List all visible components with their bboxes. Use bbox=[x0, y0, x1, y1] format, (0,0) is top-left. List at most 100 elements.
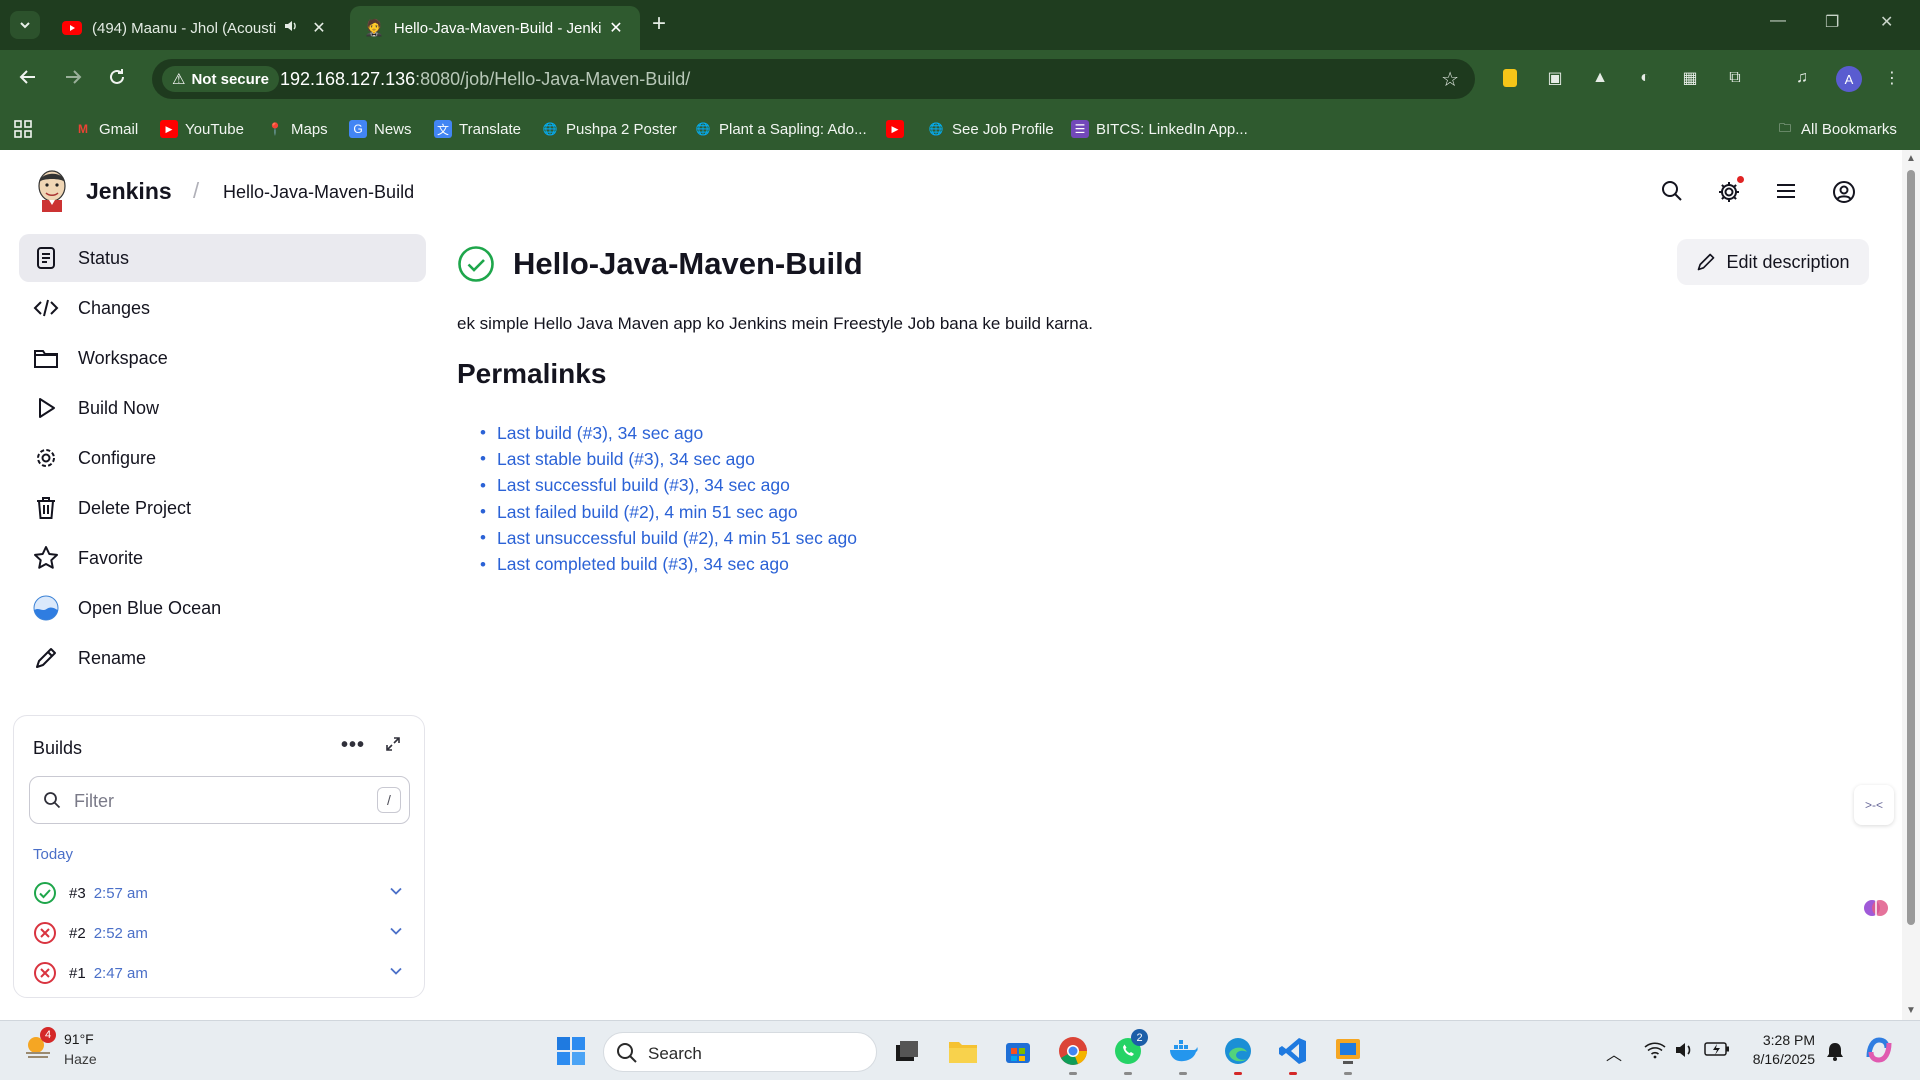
media-control-icon[interactable]: ♫ bbox=[1790, 66, 1814, 90]
build-row[interactable]: #1 2:47 am bbox=[33, 958, 413, 988]
sidebar-item-workspace[interactable]: Workspace bbox=[19, 334, 426, 382]
close-window-icon[interactable]: ✕ bbox=[1880, 12, 1893, 32]
copilot-taskbar-icon[interactable] bbox=[1864, 1035, 1894, 1070]
security-chip[interactable]: ⚠ Not secure bbox=[162, 66, 279, 92]
close-tab-icon[interactable]: ✕ bbox=[606, 18, 626, 38]
copilot-brain-icon[interactable] bbox=[1858, 890, 1894, 926]
wifi-icon[interactable] bbox=[1644, 1041, 1666, 1064]
remote-desktop-icon[interactable] bbox=[1331, 1034, 1365, 1068]
docker-icon[interactable] bbox=[1166, 1034, 1200, 1068]
extension-cinema-icon[interactable]: ▦ bbox=[1678, 66, 1702, 90]
build-number[interactable]: #3 bbox=[69, 885, 86, 902]
scroll-down-icon[interactable]: ▼ bbox=[1906, 1005, 1916, 1016]
jenkins-brand[interactable]: Jenkins bbox=[86, 178, 172, 205]
bookmark-star-icon[interactable]: ☆ bbox=[1441, 67, 1459, 92]
more-options-icon[interactable]: ••• bbox=[341, 734, 365, 757]
bookmark-plant-sapling[interactable]: 🌐 Plant a Sapling: Ado... bbox=[694, 108, 867, 150]
edge-icon[interactable] bbox=[1221, 1034, 1255, 1068]
extension-folder-icon[interactable]: ▣ bbox=[1543, 66, 1567, 90]
file-explorer-icon[interactable] bbox=[946, 1034, 980, 1068]
sidebar-item-favorite[interactable]: Favorite bbox=[19, 534, 426, 582]
permalink-last-stable-build[interactable]: Last stable build (#3), 34 sec ago bbox=[480, 446, 857, 472]
build-row[interactable]: #2 2:52 am bbox=[33, 918, 413, 948]
sidebar-item-changes[interactable]: Changes bbox=[19, 284, 426, 332]
minimize-icon[interactable]: — bbox=[1770, 12, 1786, 30]
windows-start-icon[interactable] bbox=[554, 1034, 588, 1068]
build-row[interactable]: #3 2:57 am bbox=[33, 878, 413, 908]
page-scrollbar[interactable]: ▲ ▼ bbox=[1902, 150, 1920, 1020]
back-icon[interactable] bbox=[18, 67, 38, 93]
edit-description-button[interactable]: Edit description bbox=[1677, 239, 1869, 285]
bookmark-youtube-2[interactable]: ▶ bbox=[886, 108, 904, 150]
extensions-puzzle-icon[interactable]: ⧉ bbox=[1723, 66, 1747, 90]
address-bar[interactable]: ⚠ Not secure 192.168.127.136:8080/job/He… bbox=[152, 59, 1475, 99]
reload-icon[interactable] bbox=[107, 67, 127, 93]
sidebar-item-configure[interactable]: Configure bbox=[19, 434, 426, 482]
battery-charging-icon[interactable] bbox=[1704, 1041, 1730, 1062]
bookmark-maps[interactable]: 📍 Maps bbox=[266, 108, 328, 150]
hamburger-menu-icon[interactable] bbox=[1775, 180, 1797, 207]
side-panel-toggle-icon[interactable]: >-< bbox=[1854, 785, 1894, 825]
search-icon[interactable] bbox=[1661, 180, 1683, 207]
permalink-last-build[interactable]: Last build (#3), 34 sec ago bbox=[480, 420, 857, 446]
bookmark-job-profile[interactable]: 🌐 See Job Profile bbox=[927, 108, 1054, 150]
task-view-icon[interactable] bbox=[890, 1034, 924, 1068]
weather-temperature[interactable]: 91°F bbox=[64, 1031, 94, 1047]
builds-filter-input[interactable]: Filter / bbox=[29, 776, 410, 824]
all-bookmarks[interactable]: 🗀 All Bookmarks bbox=[1776, 108, 1897, 150]
permalink-last-successful-build[interactable]: Last successful build (#3), 34 sec ago bbox=[480, 473, 857, 499]
build-time[interactable]: 2:57 am bbox=[94, 885, 148, 902]
bookmark-gmail[interactable]: M Gmail bbox=[74, 108, 138, 150]
breadcrumb-job[interactable]: Hello-Java-Maven-Build bbox=[223, 182, 414, 203]
sidebar-item-delete-project[interactable]: Delete Project bbox=[19, 484, 426, 532]
forward-icon[interactable] bbox=[63, 67, 83, 93]
system-clock[interactable]: 3:28 PM 8/16/2025 bbox=[1743, 1031, 1815, 1069]
tab-search-button[interactable] bbox=[10, 11, 40, 39]
bookmark-bitcs[interactable]: ☰ BITCS: LinkedIn App... bbox=[1071, 108, 1248, 150]
permalink-last-completed-build[interactable]: Last completed build (#3), 34 sec ago bbox=[480, 551, 857, 577]
chevron-down-icon[interactable] bbox=[389, 964, 403, 978]
manage-jenkins-gear-icon[interactable] bbox=[1717, 176, 1744, 209]
bookmark-translate[interactable]: 文 Translate bbox=[434, 108, 521, 150]
sidebar-item-status[interactable]: Status bbox=[19, 234, 426, 282]
build-time[interactable]: 2:52 am bbox=[94, 925, 148, 942]
sidebar-item-rename[interactable]: Rename bbox=[19, 634, 426, 682]
build-time[interactable]: 2:47 am bbox=[94, 965, 148, 982]
menu-kebab-icon[interactable]: ⋮ bbox=[1880, 66, 1904, 90]
chevron-down-icon[interactable] bbox=[389, 924, 403, 938]
volume-icon[interactable] bbox=[1674, 1041, 1694, 1064]
permalink-last-failed-build[interactable]: Last failed build (#2), 4 min 51 sec ago bbox=[480, 499, 857, 525]
bookmark-pushpa[interactable]: 🌐 Pushpa 2 Poster bbox=[541, 108, 677, 150]
url-text[interactable]: 192.168.127.136:8080/job/Hello-Java-Mave… bbox=[280, 69, 690, 90]
new-tab-button[interactable]: + bbox=[652, 10, 666, 38]
apps-grid-icon[interactable] bbox=[14, 108, 32, 150]
chevron-down-icon[interactable] bbox=[389, 884, 403, 898]
restore-icon[interactable]: ❐ bbox=[1825, 12, 1839, 32]
permalink-last-unsuccessful-build[interactable]: Last unsuccessful build (#2), 4 min 51 s… bbox=[480, 525, 857, 551]
close-tab-icon[interactable]: ✕ bbox=[309, 18, 329, 38]
notification-bell-icon[interactable] bbox=[1826, 1041, 1844, 1066]
show-hidden-icons-chevron-icon[interactable]: ︿ bbox=[1606, 1041, 1622, 1065]
extension-mouse-icon[interactable]: ◐ bbox=[1633, 66, 1657, 90]
weather-description[interactable]: Haze bbox=[64, 1051, 97, 1067]
speaker-icon[interactable] bbox=[283, 18, 299, 38]
scroll-up-icon[interactable]: ▲ bbox=[1906, 153, 1916, 164]
bookmark-news[interactable]: G News bbox=[349, 108, 412, 150]
scrollbar-thumb[interactable] bbox=[1907, 170, 1915, 925]
tab-youtube[interactable]: (494) Maanu - Jhol (Acousti ✕ bbox=[48, 6, 343, 50]
bookmark-youtube[interactable]: ▶ YouTube bbox=[160, 108, 244, 150]
chrome-icon[interactable] bbox=[1056, 1034, 1090, 1068]
extension-yellow-icon[interactable] bbox=[1498, 66, 1522, 90]
expand-icon[interactable] bbox=[385, 736, 401, 757]
sidebar-item-open-blue-ocean[interactable]: Open Blue Ocean bbox=[19, 584, 426, 632]
build-number[interactable]: #1 bbox=[69, 965, 86, 982]
build-number[interactable]: #2 bbox=[69, 925, 86, 942]
vscode-icon[interactable] bbox=[1276, 1034, 1310, 1068]
extension-drive-icon[interactable]: ▲ bbox=[1588, 66, 1612, 90]
taskbar-search-box[interactable]: Search bbox=[603, 1032, 877, 1072]
sidebar-item-build-now[interactable]: Build Now bbox=[19, 384, 426, 432]
profile-avatar[interactable]: A bbox=[1836, 66, 1862, 92]
user-account-icon[interactable] bbox=[1832, 180, 1856, 209]
tab-jenkins[interactable]: 🤵 Hello-Java-Maven-Build - Jenki ✕ bbox=[350, 6, 640, 50]
jenkins-logo[interactable] bbox=[34, 168, 70, 217]
